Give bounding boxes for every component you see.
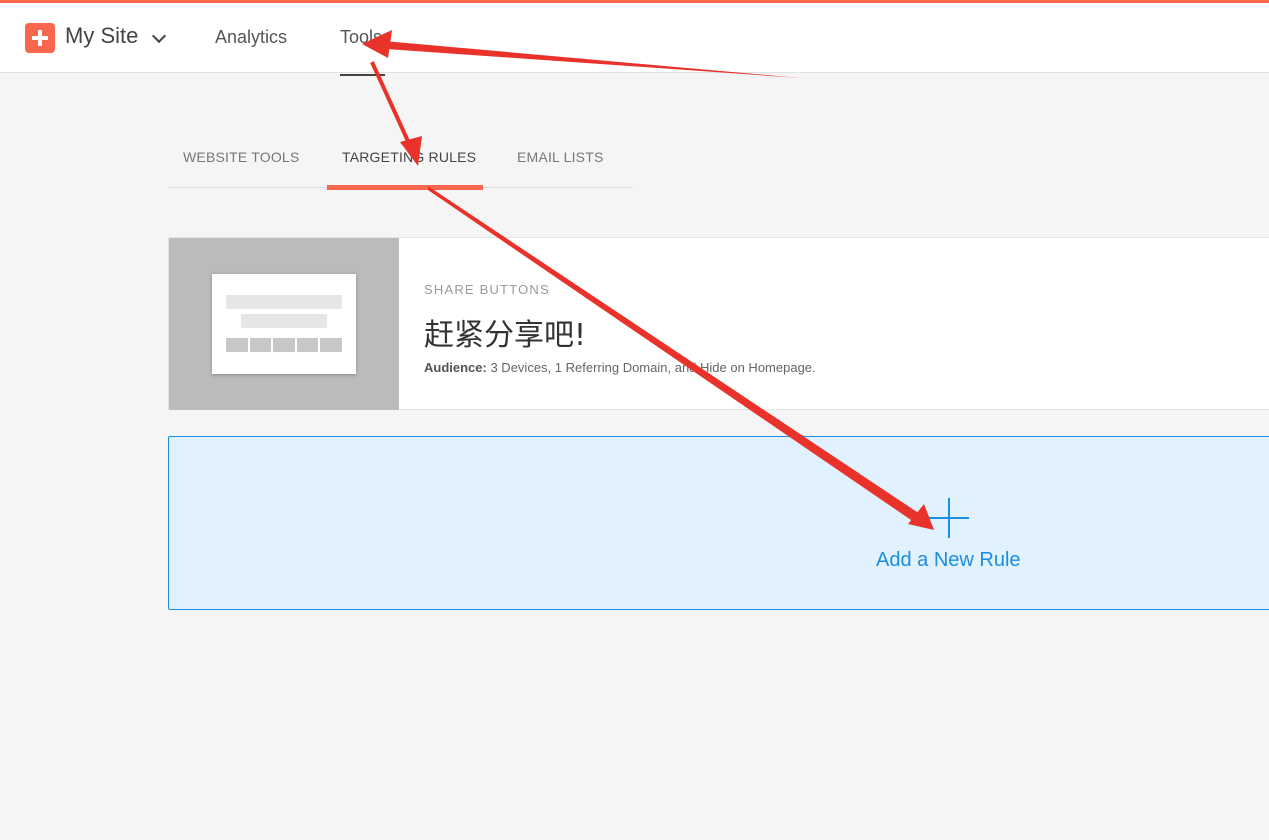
tools-tabs: WEBSITE TOOLS TARGETING RULES EMAIL LIST… — [168, 130, 633, 190]
rule-title: 赶紧分享吧! — [424, 318, 587, 353]
nav-tools[interactable]: Tools — [340, 27, 382, 48]
nav-active-indicator — [340, 74, 385, 76]
tab-website-tools[interactable]: WEBSITE TOOLS — [183, 149, 299, 165]
add-new-rule-label: Add a New Rule — [876, 549, 1021, 571]
plus-icon — [929, 498, 969, 538]
site-logo-icon[interactable] — [25, 23, 55, 53]
annotation-arrows — [362, 30, 934, 530]
share-buttons-preview-icon — [212, 274, 356, 374]
tab-active-indicator — [327, 185, 483, 190]
add-new-rule-button[interactable]: Add a New Rule — [168, 436, 1269, 610]
chevron-down-icon[interactable] — [151, 28, 167, 44]
tab-email-lists[interactable]: EMAIL LISTS — [517, 149, 604, 165]
top-navbar: My Site Analytics Tools — [0, 0, 1269, 76]
rule-type-label: SHARE BUTTONS — [424, 282, 550, 297]
rule-card[interactable]: SHARE BUTTONS 赶紧分享吧! Audience: 3 Devices… — [168, 237, 1269, 410]
audience-label: Audience: — [424, 360, 487, 375]
audience-value: 3 Devices, 1 Referring Domain, and Hide … — [490, 360, 816, 375]
nav-analytics[interactable]: Analytics — [215, 27, 287, 48]
tab-targeting-rules[interactable]: TARGETING RULES — [342, 149, 476, 165]
rule-audience: Audience: 3 Devices, 1 Referring Domain,… — [424, 360, 816, 375]
site-selector-label[interactable]: My Site — [65, 23, 138, 49]
rule-thumbnail — [169, 238, 399, 410]
